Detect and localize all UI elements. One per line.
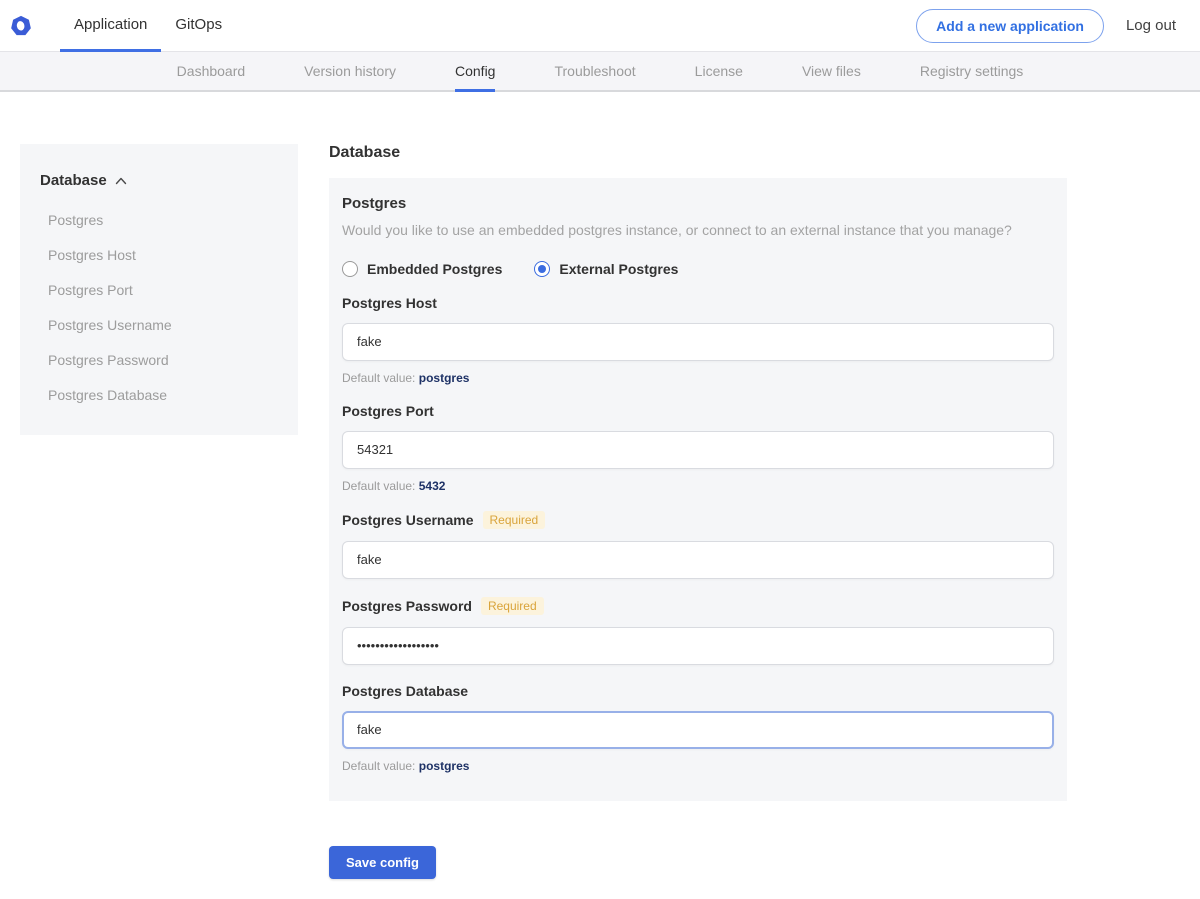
postgres-database-input[interactable] bbox=[342, 711, 1054, 749]
field-label: Postgres Port bbox=[342, 403, 434, 419]
field-postgres-port: Postgres Port Default value: 5432 bbox=[342, 403, 1054, 493]
content-area: Database PostgresPostgres HostPostgres P… bbox=[0, 92, 1200, 899]
sidebar-group-database[interactable]: Database bbox=[40, 172, 278, 189]
top-tab-gitops[interactable]: GitOps bbox=[161, 0, 236, 52]
radio-label: Embedded Postgres bbox=[367, 261, 502, 277]
top-header: ApplicationGitOps Add a new application … bbox=[0, 0, 1200, 51]
postgres-type-radio-group: Embedded Postgres External Postgres bbox=[342, 261, 1054, 277]
radio-external-postgres[interactable]: External Postgres bbox=[534, 261, 678, 277]
field-label: Postgres Host bbox=[342, 295, 437, 311]
field-postgres-password: Postgres Password Required bbox=[342, 597, 1054, 665]
postgres-port-input[interactable] bbox=[342, 431, 1054, 469]
config-fields: Postgres Host Default value: postgres Po… bbox=[342, 295, 1054, 773]
field-label: Postgres Username bbox=[342, 512, 474, 528]
default-value-text: 5432 bbox=[419, 479, 446, 493]
chevron-up-icon bbox=[115, 177, 127, 185]
field-postgres-database: Postgres Database Default value: postgre… bbox=[342, 683, 1054, 773]
sidebar-group-title-text: Database bbox=[40, 172, 107, 189]
postgres-password-input[interactable] bbox=[342, 627, 1054, 665]
subnav-tab-troubleshoot[interactable]: Troubleshoot bbox=[554, 52, 635, 92]
subnav-tab-version-history[interactable]: Version history bbox=[304, 52, 396, 92]
sidebar-item-list: PostgresPostgres HostPostgres PortPostgr… bbox=[40, 203, 278, 413]
subnav-tab-registry-settings[interactable]: Registry settings bbox=[920, 52, 1023, 92]
field-label-row: Postgres Username Required bbox=[342, 511, 1054, 529]
field-label-row: Postgres Database bbox=[342, 683, 1054, 699]
sidebar-item-postgres[interactable]: Postgres bbox=[40, 203, 278, 238]
top-tab-application[interactable]: Application bbox=[60, 0, 161, 52]
default-value-text: postgres bbox=[419, 759, 470, 773]
config-main: Database Postgres Would you like to use … bbox=[329, 144, 1067, 899]
field-default-helper: Default value: 5432 bbox=[342, 479, 1054, 493]
field-postgres-username: Postgres Username Required bbox=[342, 511, 1054, 579]
sidebar-item-postgres-port[interactable]: Postgres Port bbox=[40, 273, 278, 308]
add-new-application-button[interactable]: Add a new application bbox=[916, 9, 1104, 43]
sidebar-item-postgres-password[interactable]: Postgres Password bbox=[40, 343, 278, 378]
page-title: Database bbox=[329, 144, 1067, 162]
field-label-row: Postgres Host bbox=[342, 295, 1054, 311]
required-badge: Required bbox=[483, 511, 546, 529]
default-value-prefix: Default value: bbox=[342, 371, 415, 385]
field-label: Postgres Database bbox=[342, 683, 468, 699]
kots-logo-icon bbox=[10, 15, 32, 37]
sidebar-item-postgres-host[interactable]: Postgres Host bbox=[40, 238, 278, 273]
radio-unselected-icon[interactable] bbox=[342, 261, 358, 277]
subnav-tab-dashboard[interactable]: Dashboard bbox=[177, 52, 246, 92]
field-label: Postgres Password bbox=[342, 598, 472, 614]
sidebar-item-postgres-database[interactable]: Postgres Database bbox=[40, 378, 278, 413]
sidebar-item-postgres-username[interactable]: Postgres Username bbox=[40, 308, 278, 343]
group-description: Would you like to use an embedded postgr… bbox=[342, 221, 1054, 241]
default-value-prefix: Default value: bbox=[342, 479, 415, 493]
app-subnav: Dashboard Version history Config Troublesho… bbox=[0, 51, 1200, 92]
subnav-tab-view-files[interactable]: View files bbox=[802, 52, 861, 92]
radio-selected-icon[interactable] bbox=[534, 261, 550, 277]
default-value-prefix: Default value: bbox=[342, 759, 415, 773]
config-group-card: Postgres Would you like to use an embedd… bbox=[329, 178, 1067, 801]
radio-embedded-postgres[interactable]: Embedded Postgres bbox=[342, 261, 502, 277]
field-label-row: Postgres Port bbox=[342, 403, 1054, 419]
field-label-row: Postgres Password Required bbox=[342, 597, 1054, 615]
field-default-helper: Default value: postgres bbox=[342, 759, 1054, 773]
topbar-right: Add a new application Log out bbox=[916, 0, 1176, 51]
top-nav: ApplicationGitOps bbox=[60, 0, 236, 51]
subnav-tab-license[interactable]: License bbox=[695, 52, 743, 92]
logout-button[interactable]: Log out bbox=[1126, 17, 1176, 34]
field-default-helper: Default value: postgres bbox=[342, 371, 1054, 385]
group-label: Postgres bbox=[342, 195, 1054, 212]
default-value-text: postgres bbox=[419, 371, 470, 385]
required-badge: Required bbox=[481, 597, 544, 615]
field-postgres-host: Postgres Host Default value: postgres bbox=[342, 295, 1054, 385]
subnav-tab-config[interactable]: Config bbox=[455, 52, 495, 92]
postgres-host-input[interactable] bbox=[342, 323, 1054, 361]
app-logo[interactable] bbox=[10, 0, 32, 51]
radio-label: External Postgres bbox=[559, 261, 678, 277]
postgres-username-input[interactable] bbox=[342, 541, 1054, 579]
config-sidebar: Database PostgresPostgres HostPostgres P… bbox=[20, 144, 298, 435]
